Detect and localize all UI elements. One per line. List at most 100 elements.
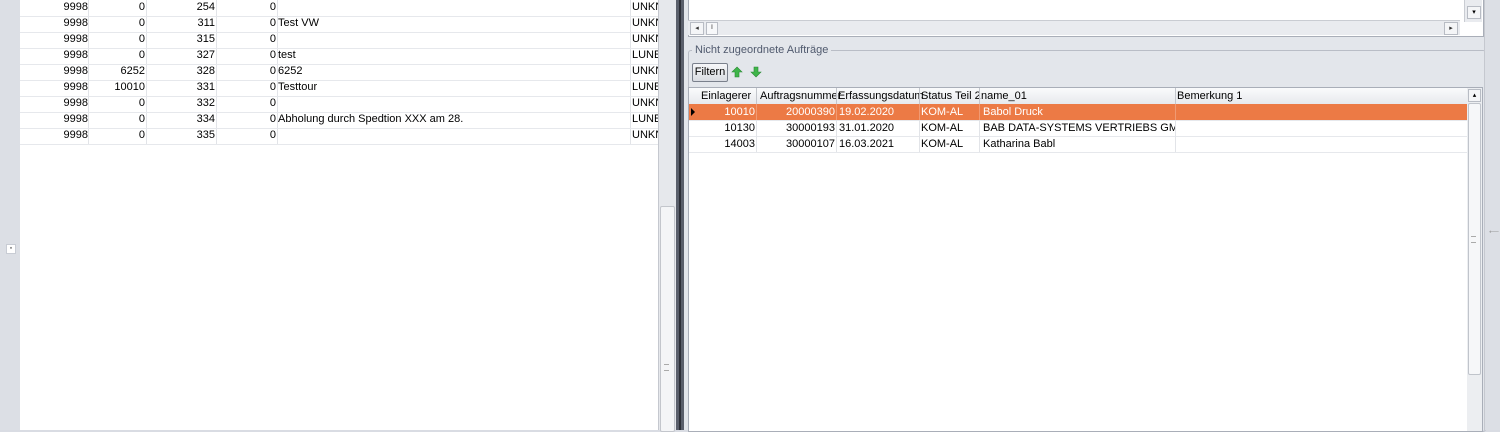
table-cell-erfassungsdatum: 16.03.2021 bbox=[839, 138, 895, 150]
table-cell: 6252 bbox=[120, 65, 145, 77]
table-cell: test bbox=[278, 49, 296, 61]
column-divider bbox=[1175, 136, 1176, 152]
table-row[interactable]: 9998 0 334 0 Abholung durch Spedtion XXX am … bbox=[20, 112, 658, 129]
right-collapse-strip[interactable]: ⟵ bbox=[1484, 0, 1500, 430]
column-header-status-teil-2[interactable]: Status Teil 2 bbox=[921, 90, 981, 102]
table-row[interactable]: 10010 20000390 19.02.2020 KOM-AL Babol Druck bbox=[689, 104, 1472, 121]
table-cell: 328 bbox=[196, 65, 215, 77]
table-cell: LUNE bbox=[632, 49, 658, 61]
table-cell-erfassungsdatum: 19.02.2020 bbox=[839, 106, 895, 118]
table-cell-name: Babol Druck bbox=[983, 106, 1043, 118]
table-cell: UNKN bbox=[632, 97, 658, 109]
table-row[interactable]: 9998 0 315 0 UNKN bbox=[20, 32, 658, 49]
table-cell: LUNE bbox=[632, 113, 658, 125]
green-up-arrow-icon[interactable] bbox=[729, 63, 745, 80]
scroll-down-icon[interactable]: ▾ bbox=[1467, 6, 1481, 19]
column-divider bbox=[836, 136, 837, 152]
column-header-bemerkung-1[interactable]: Bemerkung 1 bbox=[1177, 90, 1242, 102]
table-row[interactable]: 9998 10010 331 0 Testtour LUNE bbox=[20, 80, 658, 97]
table-cell-status: KOM-AL bbox=[921, 138, 964, 150]
table-cell: UNKN bbox=[632, 129, 658, 141]
left-data-grid: 999802540UNKN999803110Test VWUNKN9998031… bbox=[20, 0, 658, 430]
table-cell: 327 bbox=[196, 49, 215, 61]
table-cell: UNKN bbox=[632, 1, 658, 13]
table-cell: 0 bbox=[269, 33, 276, 45]
table-cell: UNKN bbox=[632, 65, 658, 77]
table-cell: 0 bbox=[269, 65, 276, 77]
column-divider bbox=[836, 104, 837, 120]
table-cell: 0 bbox=[269, 1, 276, 13]
green-down-arrow-icon[interactable] bbox=[748, 63, 764, 80]
column-divider bbox=[919, 136, 920, 152]
table-cell-auftragsnummer: 20000390 bbox=[786, 106, 835, 118]
column-divider bbox=[836, 120, 837, 136]
scrollbar-thumb[interactable]: ⦀ bbox=[706, 22, 718, 35]
column-divider bbox=[979, 136, 980, 152]
table-cell-status: KOM-AL bbox=[921, 106, 964, 118]
collapse-grip-icon[interactable]: ▪ bbox=[6, 244, 16, 254]
column-divider bbox=[919, 120, 920, 136]
column-divider bbox=[979, 104, 980, 120]
table-cell: UNKN bbox=[632, 17, 658, 29]
pane-splitter[interactable] bbox=[676, 0, 684, 430]
table-row[interactable]: 10130 30000193 31.01.2020 KOM-AL BAB DATA-SY… bbox=[689, 120, 1472, 137]
table-cell: 0 bbox=[138, 17, 145, 29]
table-cell: 9998 bbox=[63, 129, 88, 141]
left-grid-vertical-scrollbar[interactable] bbox=[658, 0, 676, 432]
table-cell: 0 bbox=[138, 113, 145, 125]
table-cell: 9998 bbox=[63, 65, 88, 77]
table-cell: 0 bbox=[269, 17, 276, 29]
table-cell: 0 bbox=[269, 49, 276, 61]
table-cell: 0 bbox=[138, 1, 145, 13]
grid-header: Einlagerer Auftragsnummer Erfassungsdatu… bbox=[689, 88, 1472, 105]
filter-button[interactable]: Filtern bbox=[692, 63, 728, 82]
column-header-auftragsnummer[interactable]: Auftragsnummer bbox=[760, 90, 841, 102]
upper-vertical-scrollbar[interactable]: ▾ bbox=[1464, 0, 1482, 22]
table-cell: 0 bbox=[138, 97, 145, 109]
table-cell: 9998 bbox=[63, 33, 88, 45]
table-cell: 9998 bbox=[63, 97, 88, 109]
table-cell: Test VW bbox=[278, 17, 319, 29]
scroll-grip-icon bbox=[664, 364, 669, 371]
column-divider bbox=[979, 120, 980, 136]
table-cell: 9998 bbox=[63, 17, 88, 29]
table-row[interactable]: 9998 0 254 0 UNKN bbox=[20, 0, 658, 17]
table-row[interactable]: 999803110Test VWUNKN bbox=[20, 16, 658, 33]
column-divider bbox=[1175, 120, 1176, 136]
unassigned-grid-vertical-scrollbar[interactable]: ▴ bbox=[1467, 87, 1483, 432]
table-cell: 0 bbox=[138, 33, 145, 45]
table-cell: 0 bbox=[269, 129, 276, 141]
table-row[interactable]: 9998 0 332 0 UNKN bbox=[20, 96, 658, 113]
table-row[interactable]: 9998 0 335 0 UNKN bbox=[20, 128, 658, 145]
table-cell: 0 bbox=[269, 113, 276, 125]
scroll-grip-icon bbox=[1471, 236, 1476, 243]
table-cell-einlagerer: 10010 bbox=[724, 106, 755, 118]
table-row[interactable]: 9998625232806252UNKN bbox=[20, 64, 658, 81]
table-cell: 9998 bbox=[63, 113, 88, 125]
left-collapse-strip[interactable]: ▪ bbox=[0, 0, 21, 430]
table-cell: Abholung durch Spedtion XXX am 28. bbox=[278, 113, 464, 125]
table-cell: UNKN bbox=[632, 33, 658, 45]
column-header-name-01[interactable]: name_01 bbox=[981, 90, 1027, 102]
scroll-left-icon[interactable]: ◂ bbox=[690, 22, 704, 35]
upper-horizontal-scrollbar[interactable]: ◂ ⦀ ▸ bbox=[688, 20, 1460, 35]
column-divider bbox=[919, 104, 920, 120]
table-cell: 0 bbox=[269, 97, 276, 109]
table-cell: LUNE bbox=[632, 81, 658, 93]
table-row[interactable]: 9998 0 327 0 test LUNE bbox=[20, 48, 658, 65]
table-cell: 334 bbox=[196, 113, 215, 125]
collapse-grip-icon[interactable]: ⟵ bbox=[1489, 229, 1499, 236]
scroll-up-icon[interactable]: ▴ bbox=[1468, 89, 1481, 102]
table-row[interactable]: 14003 30000107 16.03.2021 KOM-AL Katharina … bbox=[689, 136, 1472, 153]
column-header-einlagerer[interactable]: Einlagerer bbox=[701, 90, 751, 102]
column-divider bbox=[756, 104, 757, 120]
scrollbar-thumb[interactable] bbox=[660, 206, 675, 432]
table-cell: 331 bbox=[196, 81, 215, 93]
table-cell-auftragsnummer: 30000193 bbox=[786, 122, 835, 134]
table-cell-name: Katharina Babl bbox=[983, 138, 1056, 150]
table-cell: 0 bbox=[269, 81, 276, 93]
column-header-erfassungsdatum[interactable]: Erfassungsdatum bbox=[838, 90, 924, 102]
unassigned-orders-grid: Einlagerer Auftragsnummer Erfassungsdatu… bbox=[688, 87, 1473, 432]
table-cell-einlagerer: 10130 bbox=[724, 122, 755, 134]
scroll-right-icon[interactable]: ▸ bbox=[1444, 22, 1458, 35]
